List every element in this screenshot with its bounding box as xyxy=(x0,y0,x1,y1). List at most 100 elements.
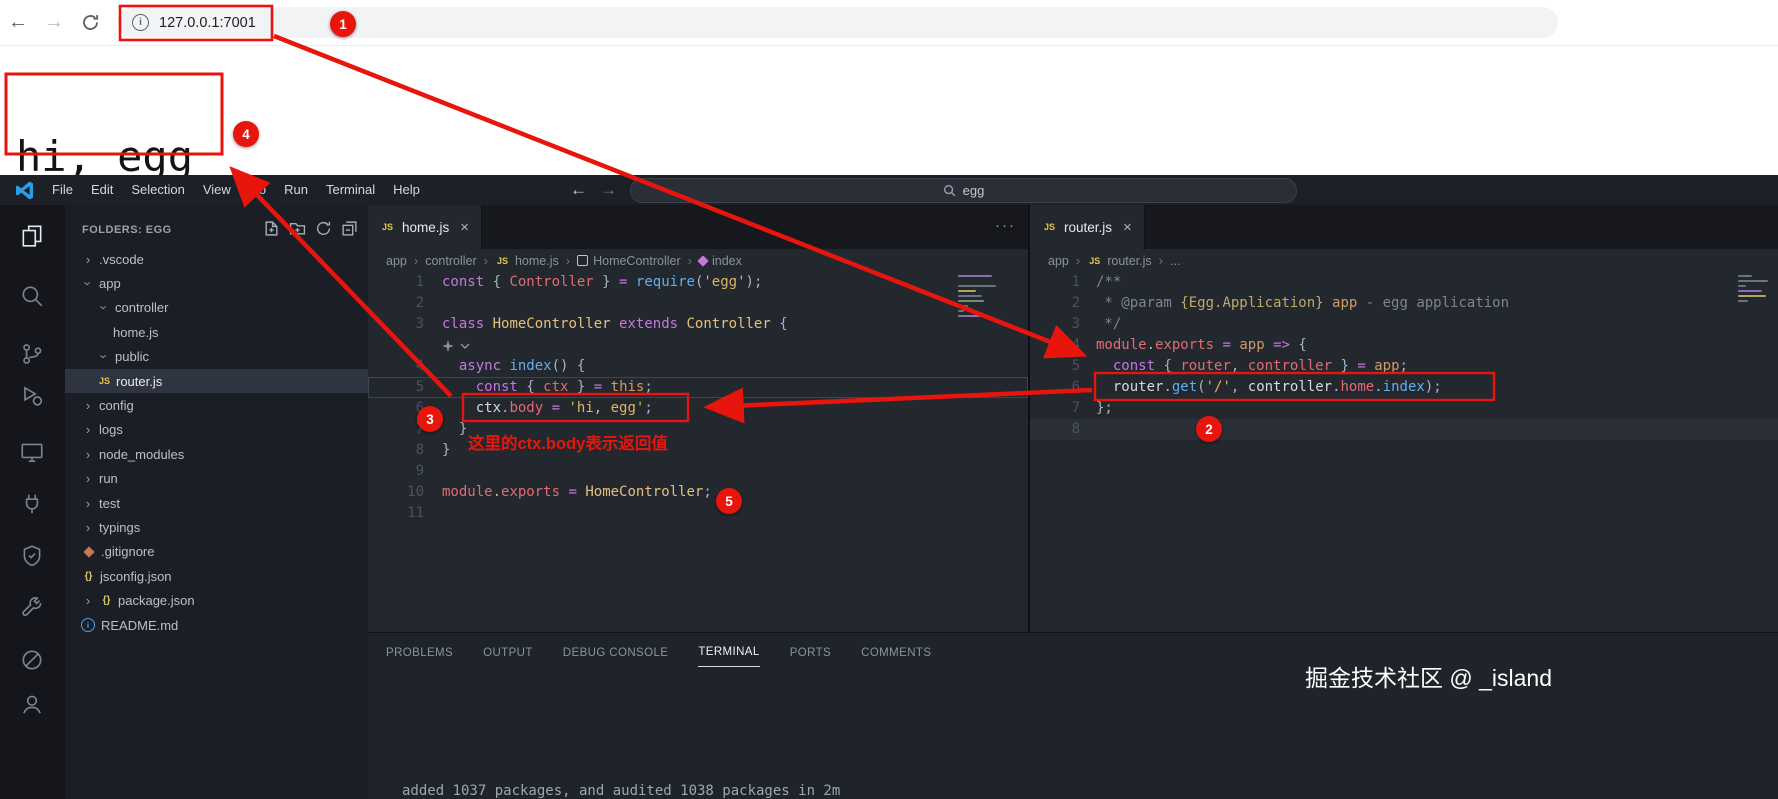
code-line[interactable]: 8 xyxy=(1030,419,1778,440)
codelens-icons[interactable] xyxy=(442,335,470,356)
code-line[interactable]: 2 * @param {Egg.Application} app - egg a… xyxy=(1030,293,1778,314)
browser-reload-icon[interactable] xyxy=(72,13,108,32)
code-line[interactable]: 3 class HomeController extends Controller… xyxy=(368,314,1028,335)
line-number: 11 xyxy=(407,505,424,521)
panel-tab-terminal[interactable]: TERMINAL xyxy=(698,636,760,667)
explorer-icon[interactable] xyxy=(19,223,45,254)
code-line[interactable]: 8} xyxy=(368,440,1028,461)
panel-tab-ports[interactable]: PORTS xyxy=(790,637,831,667)
breadcrumb-app[interactable]: app xyxy=(386,254,407,268)
browser-forward-icon[interactable]: → xyxy=(36,11,72,34)
code-line[interactable]: 9 xyxy=(368,461,1028,482)
sidebar-item-typings[interactable]: › typings xyxy=(65,515,368,539)
code-line[interactable]: 6 ctx.body = 'hi, egg'; xyxy=(368,398,1028,419)
sidebar-item-node-modules[interactable]: › node_modules xyxy=(65,442,368,466)
breadcrumb-home-js[interactable]: JS home.js xyxy=(495,254,559,268)
js-file-icon: JS xyxy=(381,222,393,232)
breadcrumb-label: index xyxy=(711,253,742,268)
browser-back-icon[interactable]: ← xyxy=(0,11,36,34)
sidebar-item-app[interactable]: › app xyxy=(65,271,368,295)
sidebar-item-config[interactable]: › config xyxy=(65,393,368,417)
code-line[interactable]: 1 /** xyxy=(1030,272,1778,293)
new-folder-icon[interactable] xyxy=(289,220,306,242)
line-number: 8 xyxy=(415,442,424,458)
menu-file[interactable]: File xyxy=(43,175,82,205)
code-line[interactable]: 2 xyxy=(368,293,1028,314)
close-tab-icon[interactable]: × xyxy=(1123,219,1132,236)
tree-label: config xyxy=(99,398,134,414)
sidebar-item-run[interactable]: › run xyxy=(65,467,368,491)
code-line[interactable]: 4 async index() { xyxy=(368,356,1028,377)
code-line[interactable]: 7 } xyxy=(368,419,1028,440)
panel-tab-problems[interactable]: PROBLEMS xyxy=(386,637,453,667)
sidebar-item-readme-md[interactable]: i README.md xyxy=(65,613,368,637)
line-number: 10 xyxy=(407,484,424,500)
breadcrumb-controller[interactable]: controller xyxy=(425,254,476,268)
site-info-icon[interactable]: i xyxy=(132,14,149,31)
editor-actions-icon[interactable]: ··· xyxy=(995,217,1016,234)
sidebar-item-controller[interactable]: › controller xyxy=(65,296,368,320)
menu-selection[interactable]: Selection xyxy=(122,175,193,205)
sidebar-item-vscode[interactable]: › .vscode xyxy=(65,247,368,271)
tab-label: home.js xyxy=(402,219,450,235)
menu-go[interactable]: Go xyxy=(240,175,275,205)
codelens-row xyxy=(368,335,1028,356)
breadcrumb-homecontroller[interactable]: HomeController xyxy=(577,254,681,268)
sidebar-item-router-js[interactable]: JS router.js xyxy=(65,368,368,394)
remote-explorer-icon[interactable] xyxy=(19,439,45,470)
tab-home-js[interactable]: JS home.js × xyxy=(368,205,483,249)
code-line[interactable]: 5 const { ctx } = this; xyxy=(368,377,1028,398)
line-number: 6 xyxy=(1071,379,1080,395)
close-tab-icon[interactable]: × xyxy=(460,219,469,236)
code-line[interactable]: 3 */ xyxy=(1030,314,1778,335)
panel-tab-debug-console[interactable]: DEBUG CONSOLE xyxy=(563,637,669,667)
sidebar-item-jsconfig-json[interactable]: {} jsconfig.json xyxy=(65,564,368,588)
code-text: class HomeController extends Controller … xyxy=(442,316,788,332)
sidebar-item-test[interactable]: › test xyxy=(65,491,368,515)
menu-terminal[interactable]: Terminal xyxy=(317,175,384,205)
menu-help[interactable]: Help xyxy=(384,175,429,205)
sidebar-item-logs[interactable]: › logs xyxy=(65,418,368,442)
breadcrumb-index[interactable]: index xyxy=(697,253,742,268)
search-icon[interactable] xyxy=(19,283,45,314)
tree-label: controller xyxy=(115,300,169,316)
breadcrumb-router-js[interactable]: JS router.js xyxy=(1087,254,1151,268)
tools-icon[interactable] xyxy=(19,595,45,626)
code-line[interactable]: 5 const { router, controller } = app; xyxy=(1030,356,1778,377)
run-debug-icon[interactable] xyxy=(19,383,45,414)
ports-icon[interactable] xyxy=(19,491,45,522)
breadcrumb-separator-icon: › xyxy=(1075,253,1081,268)
account-icon[interactable] xyxy=(19,691,45,722)
code-line[interactable]: 7}; xyxy=(1030,398,1778,419)
menu-view[interactable]: View xyxy=(194,175,240,205)
refresh-icon[interactable] xyxy=(315,220,332,242)
nav-forward-icon[interactable]: → xyxy=(600,175,617,205)
sidebar-item-package-json[interactable]: › {} package.json xyxy=(65,588,368,612)
shield-icon[interactable] xyxy=(19,543,45,574)
code-line[interactable]: 1 const { Controller } = require('egg'); xyxy=(368,272,1028,293)
sidebar-item-gitignore[interactable]: .gitignore xyxy=(65,540,368,564)
new-file-icon[interactable] xyxy=(263,220,280,242)
code-line[interactable]: 11 xyxy=(368,503,1028,524)
command-center-search[interactable]: egg xyxy=(630,178,1297,203)
braces-file-icon: {} xyxy=(84,570,93,582)
tab-router-js[interactable]: JS router.js × xyxy=(1030,205,1145,249)
tree-label: node_modules xyxy=(99,446,185,462)
sidebar-item-public[interactable]: › public xyxy=(65,345,368,369)
source-control-icon[interactable] xyxy=(19,341,45,372)
annotation-badge-5: 5 xyxy=(716,488,742,514)
circle-slash-icon[interactable] xyxy=(19,647,45,678)
sidebar-item-home-js[interactable]: home.js xyxy=(65,320,368,344)
nav-back-icon[interactable]: ← xyxy=(570,175,587,205)
code-line[interactable]: 10 module.exports = HomeController; xyxy=(368,482,1028,503)
menu-edit[interactable]: Edit xyxy=(82,175,122,205)
breadcrumb-item[interactable]: ... xyxy=(1170,254,1180,268)
panel-tab-output[interactable]: OUTPUT xyxy=(483,637,533,667)
panel-tab-comments[interactable]: COMMENTS xyxy=(861,637,931,667)
menu-run[interactable]: Run xyxy=(275,175,317,205)
breadcrumb-app[interactable]: app xyxy=(1048,254,1069,268)
breadcrumb-label: controller xyxy=(425,253,477,268)
code-line[interactable]: 6 router.get('/', controller.home.index)… xyxy=(1030,377,1778,398)
collapse-all-icon[interactable] xyxy=(341,220,358,242)
code-line[interactable]: 4 module.exports = app => { xyxy=(1030,335,1778,356)
